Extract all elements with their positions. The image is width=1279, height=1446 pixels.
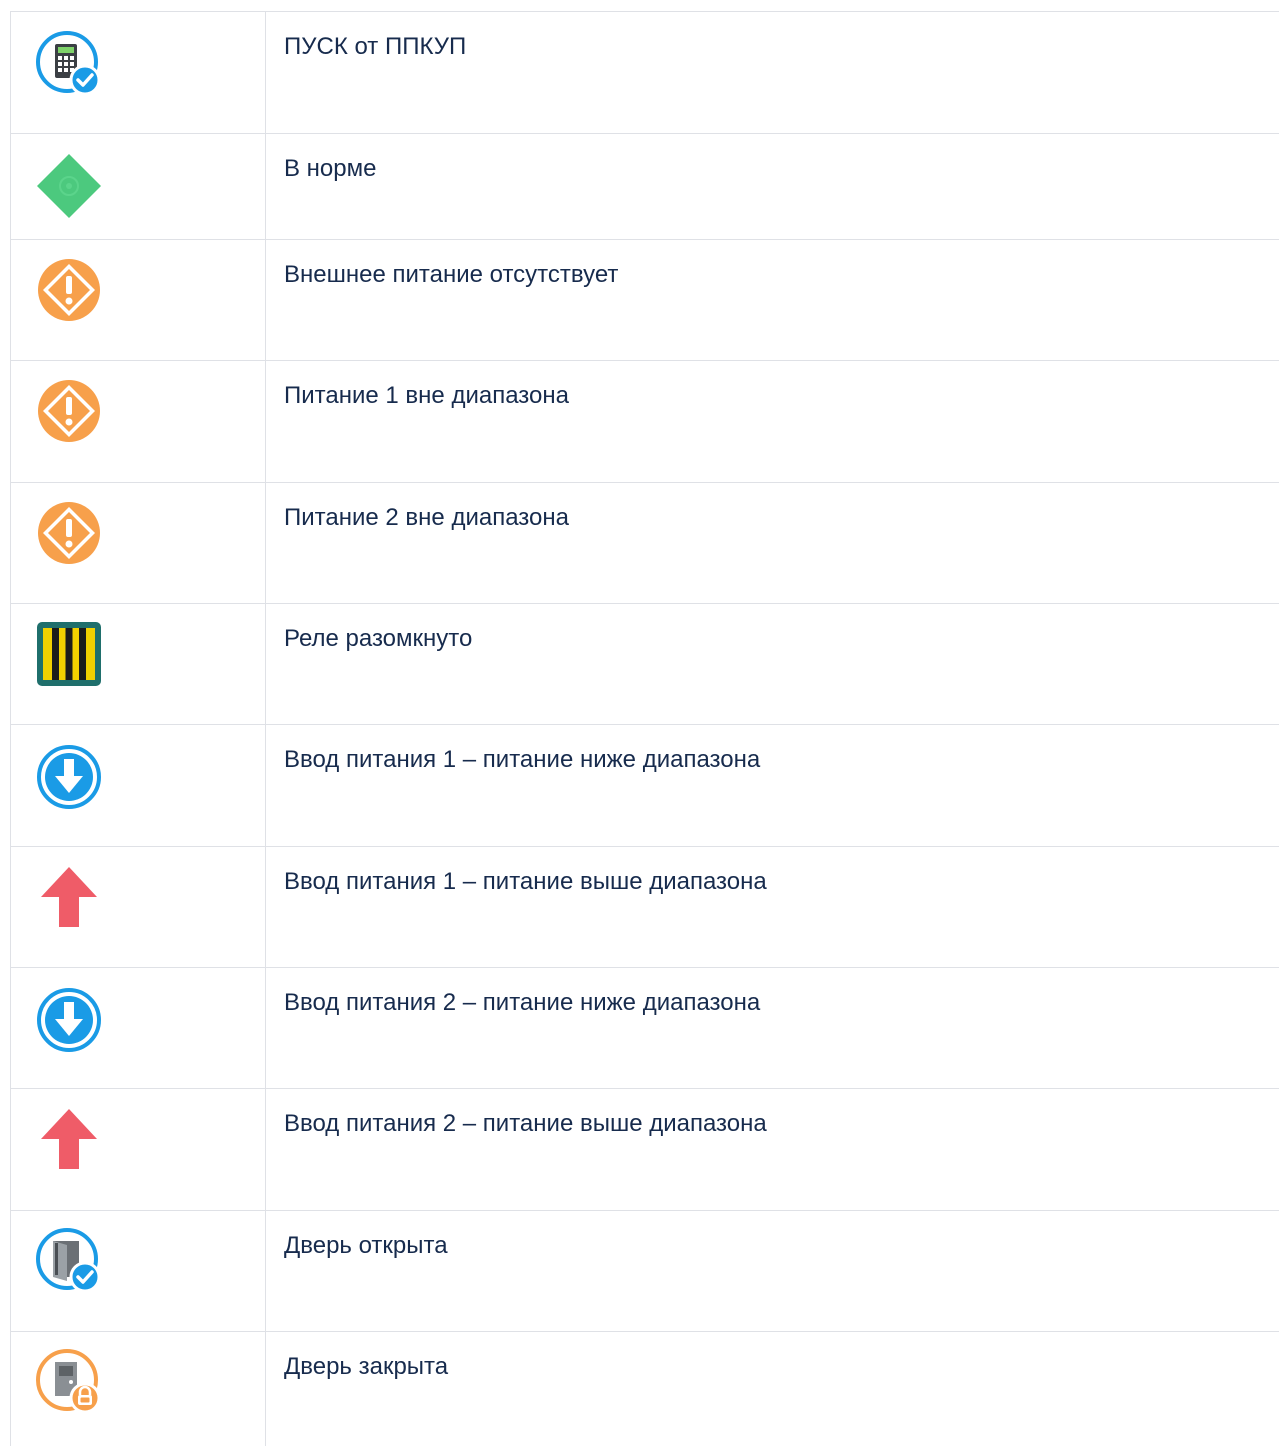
icon-cell <box>11 1089 266 1211</box>
row-label: Питание 2 вне диапазона <box>266 483 1279 604</box>
warning-diamond-icon <box>35 256 103 324</box>
table-row: Дверь открыта <box>11 1211 1279 1332</box>
row-label: Дверь закрыта <box>266 1332 1279 1446</box>
row-label: Реле разомкнуто <box>266 604 1279 725</box>
icon-cell <box>11 968 266 1089</box>
arrow-up-red-icon <box>35 1105 103 1173</box>
icon-cell <box>11 240 266 361</box>
warning-diamond-icon <box>35 377 103 445</box>
warning-diamond-icon <box>35 499 103 567</box>
door-open-icon <box>35 1227 103 1295</box>
icon-cell <box>11 361 266 483</box>
row-label: Дверь открыта <box>266 1211 1279 1332</box>
table-row: Реле разомкнуто <box>11 604 1279 725</box>
row-label: В норме <box>266 134 1279 240</box>
row-label: Внешнее питание отсутствует <box>266 240 1279 361</box>
icon-cell <box>11 12 266 134</box>
row-label: Ввод питания 1 – питание ниже диапазона <box>266 725 1279 847</box>
table-row: Питание 1 вне диапазона <box>11 361 1279 483</box>
row-label: Ввод питания 2 – питание выше диапазона <box>266 1089 1279 1211</box>
table-row: Ввод питания 2 – питание выше диапазона <box>11 1089 1279 1211</box>
status-table: ПУСК от ППКУП В норме <box>10 11 1279 1446</box>
relay-open-icon <box>35 620 103 688</box>
icon-cell <box>11 1211 266 1332</box>
row-label: Ввод питания 2 – питание ниже диапазона <box>266 968 1279 1089</box>
door-locked-icon <box>35 1348 103 1416</box>
table-row: Внешнее питание отсутствует <box>11 240 1279 361</box>
arrow-down-circle-icon <box>35 743 103 811</box>
arrow-down-circle-icon <box>35 986 103 1054</box>
row-label: Питание 1 вне диапазона <box>266 361 1279 483</box>
keypad-check-icon <box>35 30 103 98</box>
table-row: ПУСК от ППКУП <box>11 12 1279 134</box>
row-label: Ввод питания 1 – питание выше диапазона <box>266 847 1279 968</box>
table-row: Ввод питания 1 – питание ниже диапазона <box>11 725 1279 847</box>
icon-cell <box>11 847 266 968</box>
table-row: Питание 2 вне диапазона <box>11 483 1279 604</box>
green-diamond-icon <box>35 152 103 220</box>
icon-cell <box>11 725 266 847</box>
icon-cell <box>11 604 266 725</box>
icon-cell <box>11 134 266 240</box>
arrow-up-red-icon <box>35 863 103 931</box>
row-label: ПУСК от ППКУП <box>266 12 1279 134</box>
table-row: В норме <box>11 134 1279 240</box>
icon-cell <box>11 1332 266 1446</box>
icon-cell <box>11 483 266 604</box>
table-row: Ввод питания 2 – питание ниже диапазона <box>11 968 1279 1089</box>
table-row: Дверь закрыта <box>11 1332 1279 1446</box>
table-row: Ввод питания 1 – питание выше диапазона <box>11 847 1279 968</box>
